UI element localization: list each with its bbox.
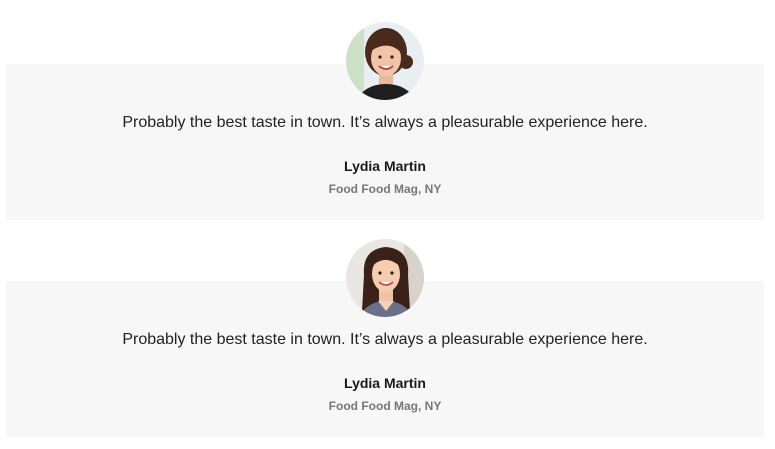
testimonial-organization: Food Food Mag, NY [328,399,442,413]
testimonial-author: Lydia Martin [344,158,426,174]
testimonial-organization: Food Food Mag, NY [328,182,442,196]
testimonials-section: Probably the best taste in town. It’s al… [0,0,775,449]
person-portrait-icon [346,239,424,317]
testimonial-item: Probably the best taste in town. It’s al… [6,22,764,220]
avatar [346,239,424,317]
testimonial-author: Lydia Martin [344,375,426,391]
testimonial-quote: Probably the best taste in town. It’s al… [122,331,648,348]
avatar [346,22,424,100]
testimonial-item: Probably the best taste in town. It’s al… [6,239,764,437]
person-portrait-icon [346,22,424,100]
testimonial-quote: Probably the best taste in town. It’s al… [122,114,648,131]
